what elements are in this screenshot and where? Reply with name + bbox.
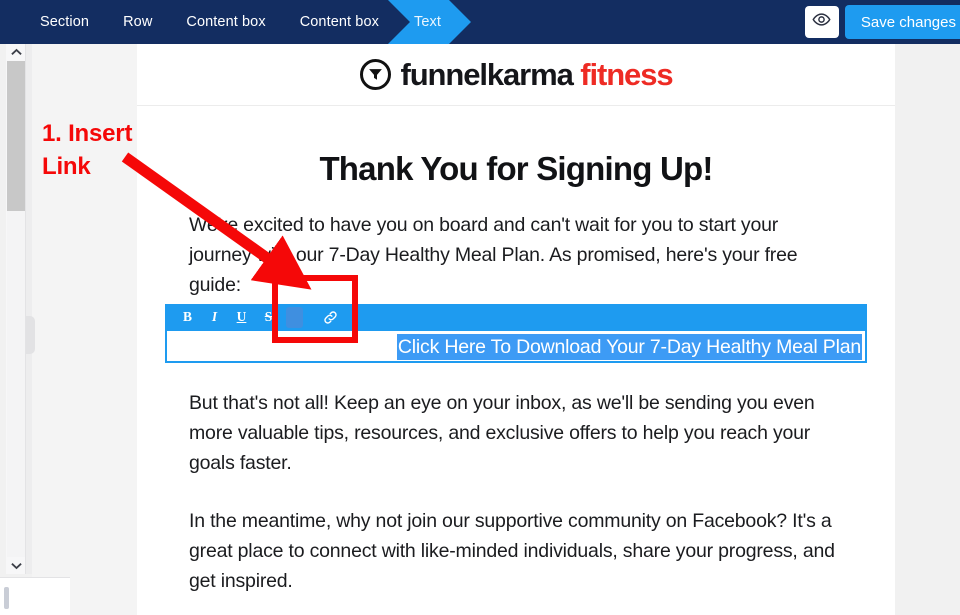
app-root: Section Row Content box Content box Text… [0, 0, 960, 615]
paragraph-community[interactable]: In the meantime, why not join our suppor… [189, 506, 843, 596]
scrollbar-track[interactable] [7, 211, 25, 557]
brand-logo: funnelkarma fitness [359, 57, 674, 92]
preview-button[interactable] [804, 6, 839, 38]
brand-name: funnelkarma fitness [400, 57, 674, 92]
paragraph-inbox[interactable]: But that's not all! Keep an eye on your … [189, 388, 843, 478]
breadcrumb-item-content-box-1[interactable]: Content box [169, 0, 282, 44]
scrollbar-thumb[interactable] [7, 61, 25, 211]
email-canvas: funnelkarma fitness Thank You for Signin… [137, 44, 895, 615]
funnel-icon [359, 59, 391, 90]
left-bottom-strip [0, 577, 70, 615]
top-toolbar: Section Row Content box Content box Text… [0, 0, 960, 44]
save-changes-button[interactable]: Save changes [844, 5, 960, 39]
selected-link-text[interactable]: Click Here To Download Your 7-Day Health… [165, 333, 867, 360]
left-bottom-tab[interactable] [4, 587, 9, 609]
rich-text-toolbar: B I U S [165, 303, 867, 331]
chevron-down-icon[interactable] [6, 558, 26, 574]
selected-text-element[interactable]: B I U S Click Here To Download Your 7-Da… [137, 303, 895, 366]
underline-button[interactable]: U [228, 304, 255, 331]
breadcrumb-item-section[interactable]: Section [0, 0, 106, 44]
topbar-actions: Save changes [804, 5, 960, 39]
breadcrumb-item-text[interactable]: Text [388, 0, 471, 44]
breadcrumb-item-row[interactable]: Row [106, 0, 169, 44]
left-panel-edge [26, 44, 32, 574]
selected-link-label: Click Here To Download Your 7-Day Health… [396, 333, 862, 360]
panel-resize-grip[interactable] [26, 316, 35, 354]
eye-icon [812, 10, 831, 34]
brand-name-primary: funnelkarma [400, 57, 574, 92]
brand-name-accent: fitness [572, 57, 673, 92]
bold-button[interactable]: B [174, 304, 201, 331]
page-title: Thank You for Signing Up! [319, 150, 713, 187]
chevron-up-icon[interactable] [6, 44, 26, 60]
email-header: funnelkarma fitness [137, 44, 895, 106]
left-panel-scrollbar[interactable] [6, 44, 26, 574]
red-highlight-rectangle [272, 275, 358, 343]
italic-button[interactable]: I [201, 304, 228, 331]
breadcrumb: Section Row Content box Content box Text [0, 0, 471, 44]
breadcrumb-item-content-box-2[interactable]: Content box [283, 0, 396, 44]
email-body: Thank You for Signing Up! We're excited … [137, 106, 895, 596]
annotation-step-label: 1. Insert Link [42, 120, 133, 180]
